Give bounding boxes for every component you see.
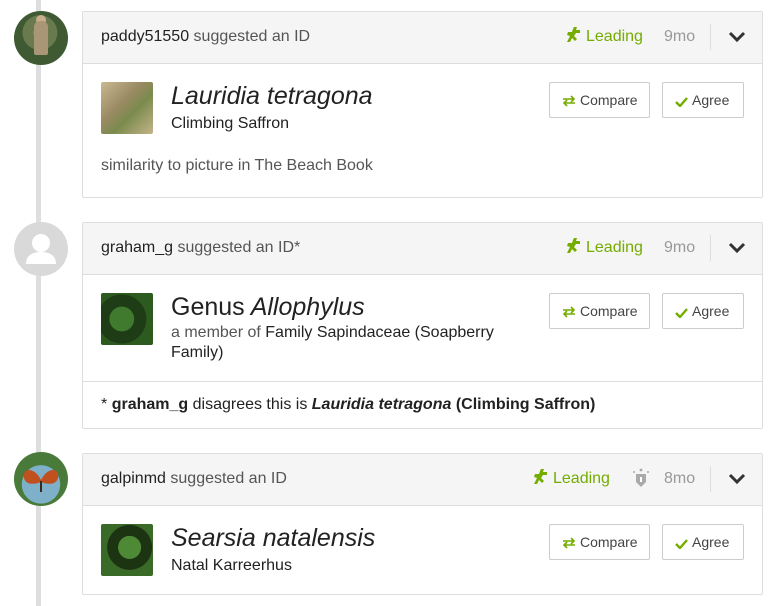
agree-button[interactable]: Agree xyxy=(662,82,744,118)
butterfly-icon xyxy=(23,470,59,492)
disagreement-text: * graham_g disagrees this is Lauridia te… xyxy=(101,396,596,413)
user-link[interactable]: graham_g xyxy=(101,239,173,256)
taxon-name-text: Allophylus xyxy=(250,293,365,321)
common-name: Climbing Saffron xyxy=(171,115,289,132)
user-link[interactable]: galpinmd xyxy=(101,470,166,487)
vision-icon xyxy=(633,468,649,487)
avatar[interactable] xyxy=(14,222,68,276)
action-text: suggested an ID xyxy=(170,470,287,487)
check-icon xyxy=(675,308,688,319)
identification-header: graham_g suggested an ID* Leading 9mo xyxy=(83,223,762,275)
leading-icon xyxy=(567,27,580,42)
agree-button[interactable]: Agree xyxy=(662,293,744,329)
agree-button[interactable]: Agree xyxy=(662,524,744,560)
default-user-icon xyxy=(26,234,56,264)
divider xyxy=(710,466,711,492)
identification-card: graham_g suggested an ID* Leading 9mo Ge… xyxy=(82,222,763,429)
member-of: a member of Family Sapindaceae (Soapberr… xyxy=(171,324,494,361)
taxon-photo[interactable] xyxy=(101,524,153,576)
check-icon xyxy=(675,97,688,108)
taxon-name[interactable]: Genus Allophylus xyxy=(171,293,365,322)
divider xyxy=(710,235,711,261)
action-text: suggested an ID* xyxy=(177,239,301,256)
chevron-down-icon[interactable] xyxy=(728,471,746,487)
leading-icon xyxy=(534,469,547,484)
identification-header: paddy51550 suggested an ID Leading 9mo xyxy=(83,12,762,64)
age-text: 9mo xyxy=(664,239,696,256)
taxon-name[interactable]: Searsia natalensis xyxy=(171,524,375,553)
taxon-photo[interactable] xyxy=(101,82,153,134)
compare-icon xyxy=(562,95,576,107)
user-link[interactable]: graham_g xyxy=(112,396,188,413)
check-icon xyxy=(675,539,688,550)
age-text: 8mo xyxy=(664,470,696,487)
leading-status: Leading xyxy=(531,454,610,504)
id-remark: similarity to picture in The Beach Book xyxy=(101,157,373,174)
age-text: 9mo xyxy=(664,28,696,45)
disagreed-taxon[interactable]: Lauridia tetragona xyxy=(312,396,452,413)
chevron-down-icon[interactable] xyxy=(728,29,746,45)
leading-status: Leading xyxy=(564,223,643,273)
chevron-down-icon[interactable] xyxy=(728,240,746,256)
compare-button[interactable]: Compare xyxy=(549,82,650,118)
identification-header: galpinmd suggested an ID Leading 8mo xyxy=(83,454,762,506)
identification-card: paddy51550 suggested an ID Leading 9mo L… xyxy=(82,11,763,198)
user-link[interactable]: paddy51550 xyxy=(101,28,189,45)
compare-button[interactable]: Compare xyxy=(549,293,650,329)
action-text: suggested an ID xyxy=(193,28,311,45)
leading-status: Leading xyxy=(564,12,643,62)
taxon-name[interactable]: Lauridia tetragona xyxy=(171,82,373,111)
timeline-line xyxy=(36,0,41,606)
avatar[interactable] xyxy=(14,452,68,506)
common-name: Natal Karreerhus xyxy=(171,557,292,574)
compare-icon xyxy=(562,537,576,549)
identification-card: galpinmd suggested an ID Leading 8mo Sea… xyxy=(82,453,763,595)
disagreement-footer: * graham_g disagrees this is Lauridia te… xyxy=(83,381,762,429)
avatar[interactable] xyxy=(14,11,68,65)
divider xyxy=(710,24,711,50)
taxon-rank: Genus xyxy=(171,293,245,321)
compare-icon xyxy=(562,306,576,318)
leading-icon xyxy=(567,238,580,253)
taxon-photo[interactable] xyxy=(101,293,153,345)
compare-button[interactable]: Compare xyxy=(549,524,650,560)
